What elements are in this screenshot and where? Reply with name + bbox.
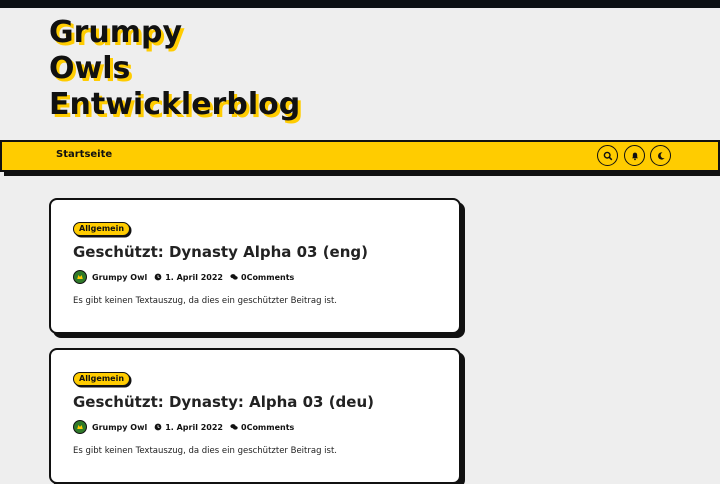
search-button[interactable] <box>597 145 618 166</box>
category-badge[interactable]: Allgemein <box>73 372 131 386</box>
post-title[interactable]: Geschützt: Dynasty: Alpha 03 (deu) <box>73 393 374 411</box>
site-title-line: Grumpy <box>49 15 183 50</box>
category-badge[interactable]: Allgemein <box>73 222 131 236</box>
post-card: Allgemein Geschützt: Dynasty Alpha 03 (e… <box>49 198 461 334</box>
comment-count[interactable]: 0Comments <box>241 423 294 432</box>
clock-icon <box>154 273 162 281</box>
post-excerpt: Es gibt keinen Textauszug, da dies ein g… <box>73 446 338 456</box>
bell-icon <box>630 146 640 165</box>
post-excerpt: Es gibt keinen Textauszug, da dies ein g… <box>73 296 338 306</box>
post-date[interactable]: 1. April 2022 <box>165 423 223 432</box>
post-meta: Grumpy Owl 1. April 2022 0Comments <box>73 420 294 434</box>
avatar[interactable] <box>73 270 87 284</box>
post-date[interactable]: 1. April 2022 <box>165 273 223 282</box>
site-title-line: Owls <box>49 51 131 86</box>
nav-item-home[interactable]: Startseite <box>56 149 112 160</box>
notifications-button[interactable] <box>624 145 645 166</box>
main-navbar: Startseite <box>0 140 720 172</box>
comments-icon <box>230 273 238 281</box>
post-card: Allgemein Geschützt: Dynasty: Alpha 03 (… <box>49 348 461 484</box>
dark-mode-toggle[interactable] <box>650 145 671 166</box>
clock-icon <box>154 423 162 431</box>
avatar[interactable] <box>73 420 87 434</box>
comments-icon <box>230 423 238 431</box>
comment-count[interactable]: 0Comments <box>241 273 294 282</box>
search-icon <box>603 146 613 165</box>
post-meta: Grumpy Owl 1. April 2022 0Comments <box>73 270 294 284</box>
moon-icon <box>656 146 666 165</box>
site-title[interactable]: Grumpy Owls Entwicklerblog <box>49 15 300 123</box>
post-title[interactable]: Geschützt: Dynasty Alpha 03 (eng) <box>73 243 368 261</box>
site-title-line: Entwicklerblog <box>49 87 301 122</box>
author-name[interactable]: Grumpy Owl <box>92 273 147 282</box>
top-bar <box>0 0 720 8</box>
author-name[interactable]: Grumpy Owl <box>92 423 147 432</box>
